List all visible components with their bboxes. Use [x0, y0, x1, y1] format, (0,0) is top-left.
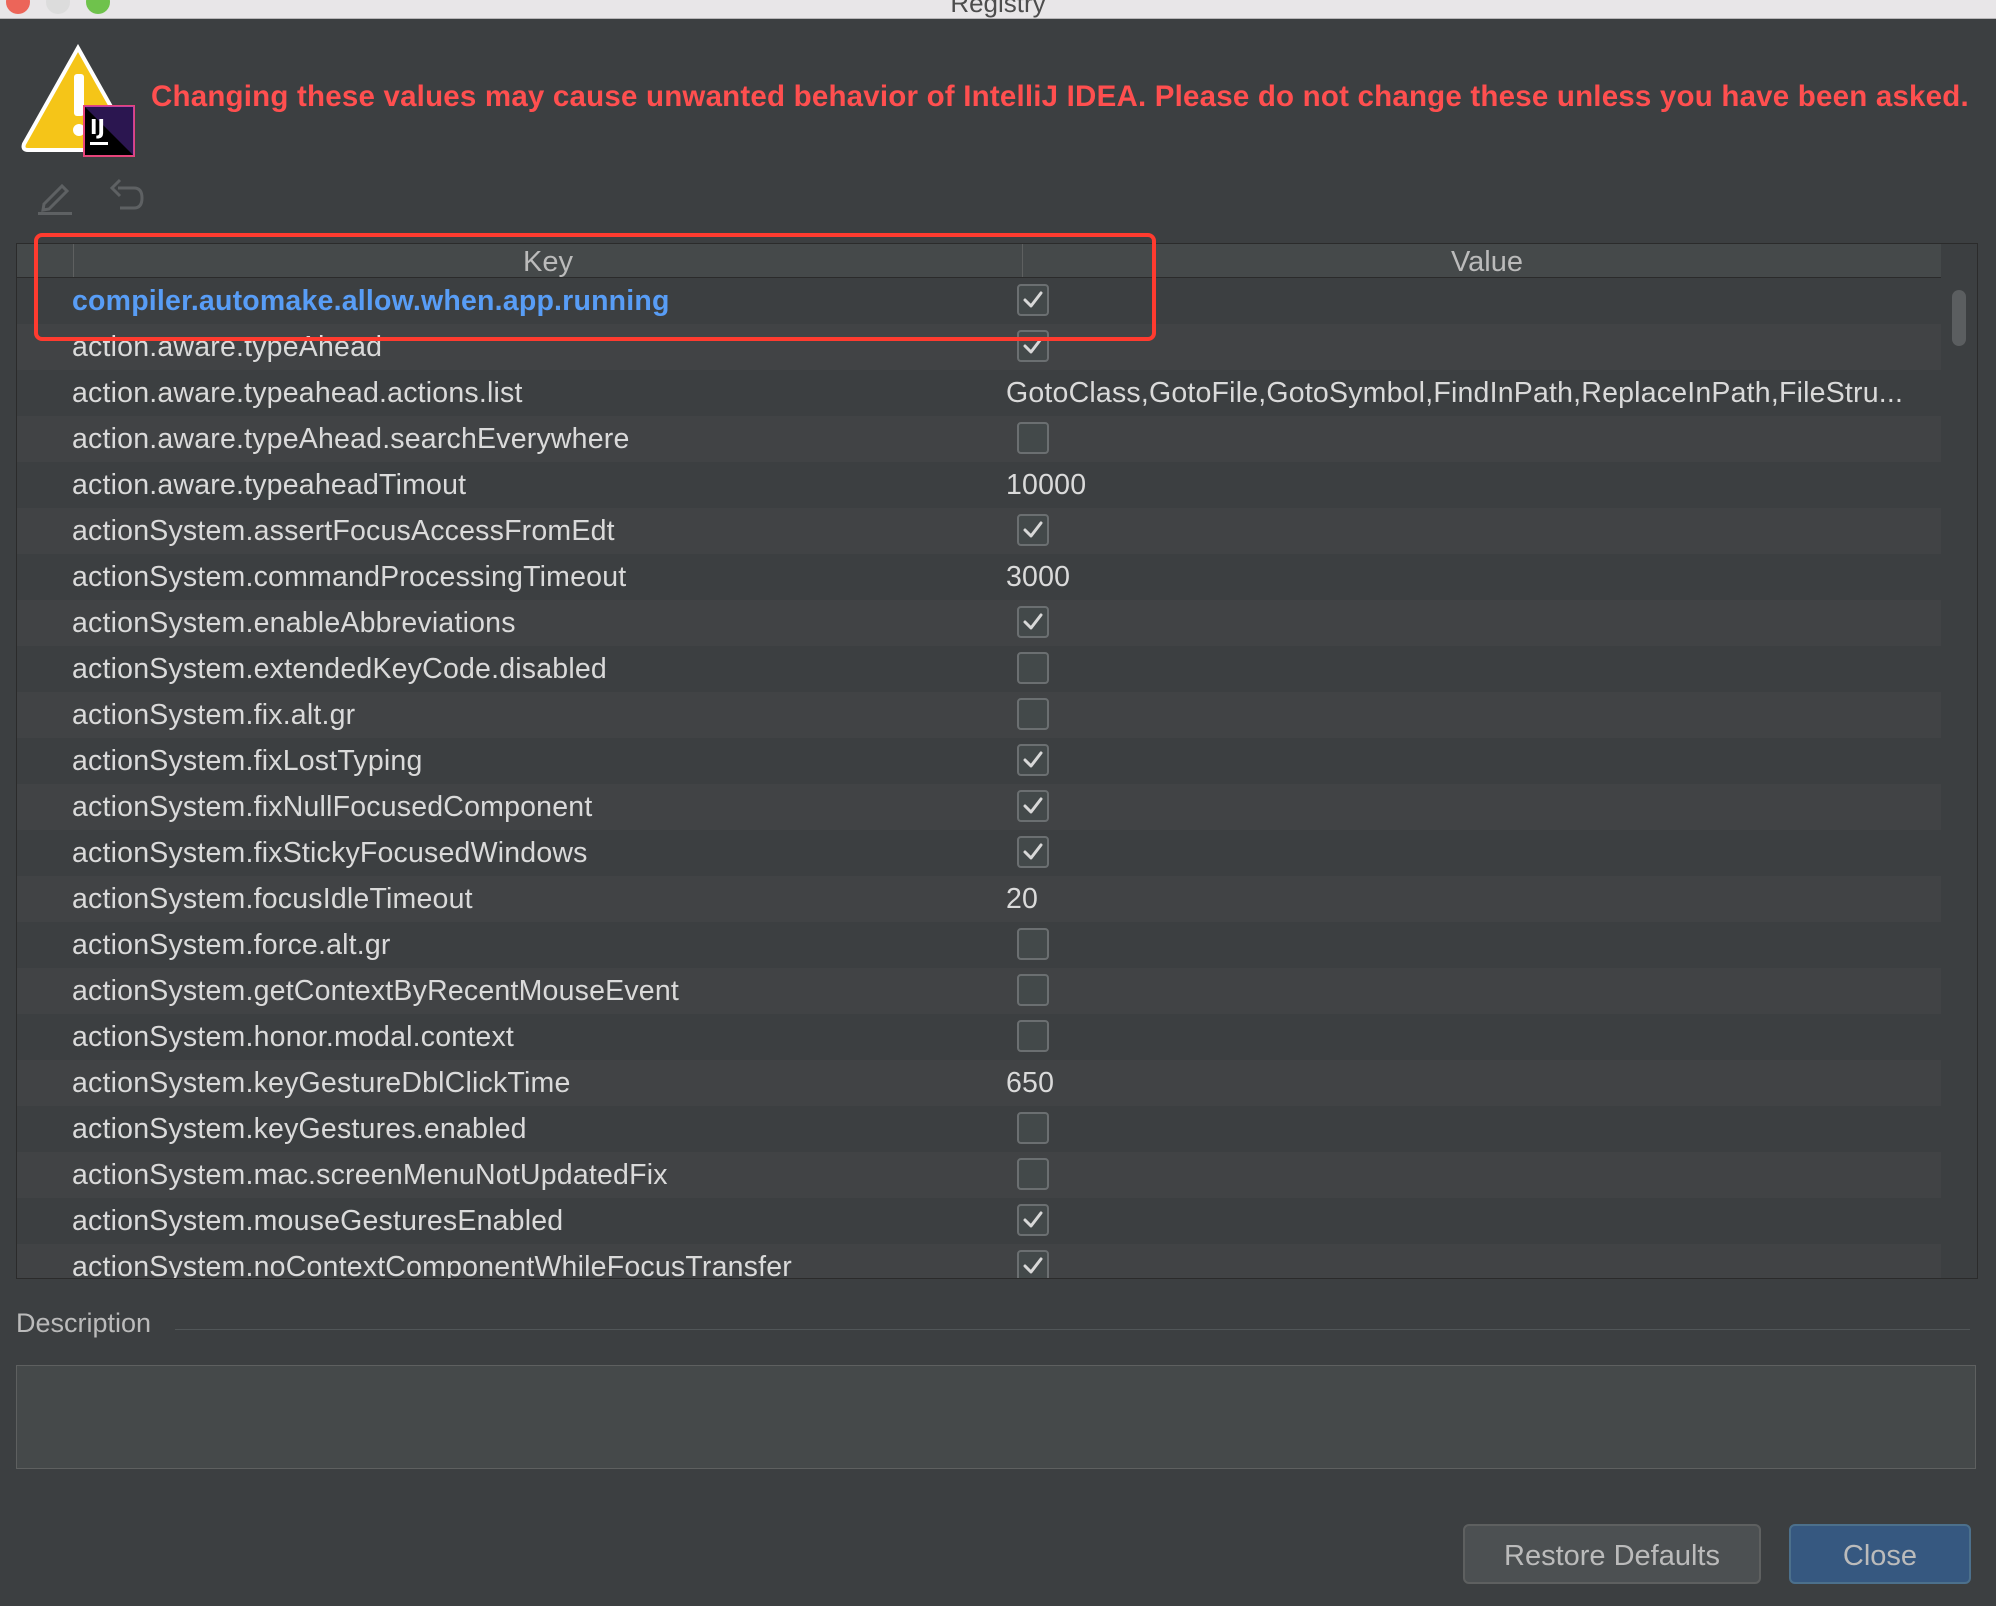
table-row[interactable]: actionSystem.commandProcessingTimeout 300…	[17, 554, 1941, 600]
checked-checkbox[interactable]	[1017, 744, 1049, 776]
unchecked-checkbox[interactable]	[1017, 698, 1049, 730]
warning-message: Changing these values may cause unwanted…	[151, 80, 1969, 113]
row-key: actionSystem.assertFocusAccessFromEdt	[72, 515, 615, 547]
row-key: actionSystem.focusIdleTimeout	[72, 883, 473, 915]
table-row[interactable]: compiler.automake.allow.when.app.running	[17, 278, 1941, 324]
table-row[interactable]: action.aware.typeAhead	[17, 324, 1941, 370]
pencil-edit-icon[interactable]	[36, 176, 76, 216]
table-row[interactable]: actionSystem.getContextByRecentMouseEven…	[17, 968, 1941, 1014]
row-key: actionSystem.honor.modal.context	[72, 1021, 515, 1053]
table-row[interactable]: actionSystem.mouseGesturesEnabled	[17, 1198, 1941, 1244]
row-key: actionSystem.commandProcessingTimeout	[72, 561, 627, 593]
table-row[interactable]: actionSystem.noContextComponentWhileFocu…	[17, 1244, 1941, 1279]
table-row[interactable]: actionSystem.enableAbbreviations	[17, 600, 1941, 646]
row-key: compiler.automake.allow.when.app.running	[72, 285, 670, 317]
table-header: Key Value	[17, 244, 1941, 278]
row-value[interactable]: 20	[1006, 876, 1956, 922]
table-row[interactable]: actionSystem.fixStickyFocusedWindows	[17, 830, 1941, 876]
table-row[interactable]: actionSystem.fixLostTyping	[17, 738, 1941, 784]
restore-defaults-button[interactable]: Restore Defaults	[1463, 1524, 1761, 1584]
row-key: actionSystem.fix.alt.gr	[72, 699, 356, 731]
row-key: actionSystem.extendedKeyCode.disabled	[72, 653, 607, 685]
table-row[interactable]: actionSystem.mac.screenMenuNotUpdatedFix	[17, 1152, 1941, 1198]
column-header-key[interactable]: Key	[73, 244, 1023, 278]
table-row[interactable]: actionSystem.assertFocusAccessFromEdt	[17, 508, 1941, 554]
row-key: actionSystem.keyGestureDblClickTime	[72, 1067, 571, 1099]
unchecked-checkbox[interactable]	[1017, 422, 1049, 454]
checkmark-icon	[1023, 1211, 1043, 1228]
row-value[interactable]: 650	[1006, 1060, 1956, 1106]
row-value[interactable]: 10000	[1006, 462, 1956, 508]
row-key: actionSystem.getContextByRecentMouseEven…	[72, 975, 680, 1007]
column-header-value[interactable]: Value	[1021, 244, 1953, 278]
checkmark-icon	[1023, 337, 1043, 354]
unchecked-checkbox[interactable]	[1017, 928, 1049, 960]
registry-table[interactable]: Key Value compiler.automake.allow.when.a…	[16, 243, 1978, 1279]
row-key: actionSystem.enableAbbreviations	[72, 607, 516, 639]
checked-checkbox[interactable]	[1017, 836, 1049, 868]
row-value[interactable]: 3000	[1006, 554, 1956, 600]
table-row[interactable]: actionSystem.keyGestureDblClickTime 650	[17, 1060, 1941, 1106]
scrollbar-thumb[interactable]	[1952, 290, 1966, 346]
table-row[interactable]: action.aware.typeahead.actions.list GotoC…	[17, 370, 1941, 416]
checkmark-icon	[1023, 843, 1043, 860]
table-scrollbar[interactable]	[1941, 278, 1977, 1278]
table-row[interactable]: actionSystem.extendedKeyCode.disabled	[17, 646, 1941, 692]
table-row[interactable]: actionSystem.keyGestures.enabled	[17, 1106, 1941, 1152]
row-key: actionSystem.fixStickyFocusedWindows	[72, 837, 588, 869]
close-button[interactable]: Close	[1789, 1524, 1971, 1584]
table-body: compiler.automake.allow.when.app.running…	[17, 278, 1941, 1279]
unchecked-checkbox[interactable]	[1017, 1158, 1049, 1190]
svg-text:IJ: IJ	[90, 115, 105, 139]
description-label: Description	[16, 1308, 152, 1338]
row-key: action.aware.typeaheadTimout	[72, 469, 467, 501]
checkmark-icon	[1023, 613, 1043, 630]
checked-checkbox[interactable]	[1017, 330, 1049, 362]
checked-checkbox[interactable]	[1017, 1250, 1049, 1278]
checked-checkbox[interactable]	[1017, 606, 1049, 638]
window-title: Registry	[950, 0, 1046, 18]
checked-checkbox[interactable]	[1017, 790, 1049, 822]
table-row[interactable]: actionSystem.honor.modal.context	[17, 1014, 1941, 1060]
checkmark-icon	[1023, 291, 1043, 308]
row-key: actionSystem.fixLostTyping	[72, 745, 423, 777]
row-key: action.aware.typeahead.actions.list	[72, 377, 523, 409]
undo-revert-icon[interactable]	[106, 176, 146, 216]
checked-checkbox[interactable]	[1017, 1204, 1049, 1236]
row-key: actionSystem.mac.screenMenuNotUpdatedFix	[72, 1159, 668, 1191]
checked-checkbox[interactable]	[1017, 284, 1049, 316]
checkmark-icon	[1023, 751, 1043, 768]
checkmark-icon	[1023, 797, 1043, 814]
table-row[interactable]: actionSystem.force.alt.gr	[17, 922, 1941, 968]
unchecked-checkbox[interactable]	[1017, 652, 1049, 684]
description-panel	[16, 1365, 1976, 1469]
table-row[interactable]: actionSystem.fixNullFocusedComponent	[17, 784, 1941, 830]
row-key: action.aware.typeAhead	[72, 331, 383, 363]
row-key: action.aware.typeAhead.searchEverywhere	[72, 423, 630, 455]
row-key: actionSystem.mouseGesturesEnabled	[72, 1205, 564, 1237]
row-key: actionSystem.force.alt.gr	[72, 929, 391, 961]
table-row[interactable]: actionSystem.fix.alt.gr	[17, 692, 1941, 738]
table-row[interactable]: actionSystem.focusIdleTimeout 20	[17, 876, 1941, 922]
checked-checkbox[interactable]	[1017, 514, 1049, 546]
checkmark-icon	[1023, 1257, 1043, 1274]
row-key: actionSystem.keyGestures.enabled	[72, 1113, 527, 1145]
unchecked-checkbox[interactable]	[1017, 974, 1049, 1006]
title-bar: Registry	[0, 0, 1996, 19]
table-row[interactable]: action.aware.typeAhead.searchEverywhere	[17, 416, 1941, 462]
checkmark-icon	[1023, 521, 1043, 538]
description-separator	[175, 1329, 1970, 1330]
unchecked-checkbox[interactable]	[1017, 1112, 1049, 1144]
unchecked-checkbox[interactable]	[1017, 1020, 1049, 1052]
row-key: actionSystem.fixNullFocusedComponent	[72, 791, 593, 823]
row-key: actionSystem.noContextComponentWhileFocu…	[72, 1251, 792, 1279]
warning-triangle-icon: IJ	[21, 44, 135, 157]
table-row[interactable]: action.aware.typeaheadTimout 10000	[17, 462, 1941, 508]
row-value[interactable]: GotoClass,GotoFile,GotoSymbol,FindInPath…	[1006, 370, 1956, 416]
